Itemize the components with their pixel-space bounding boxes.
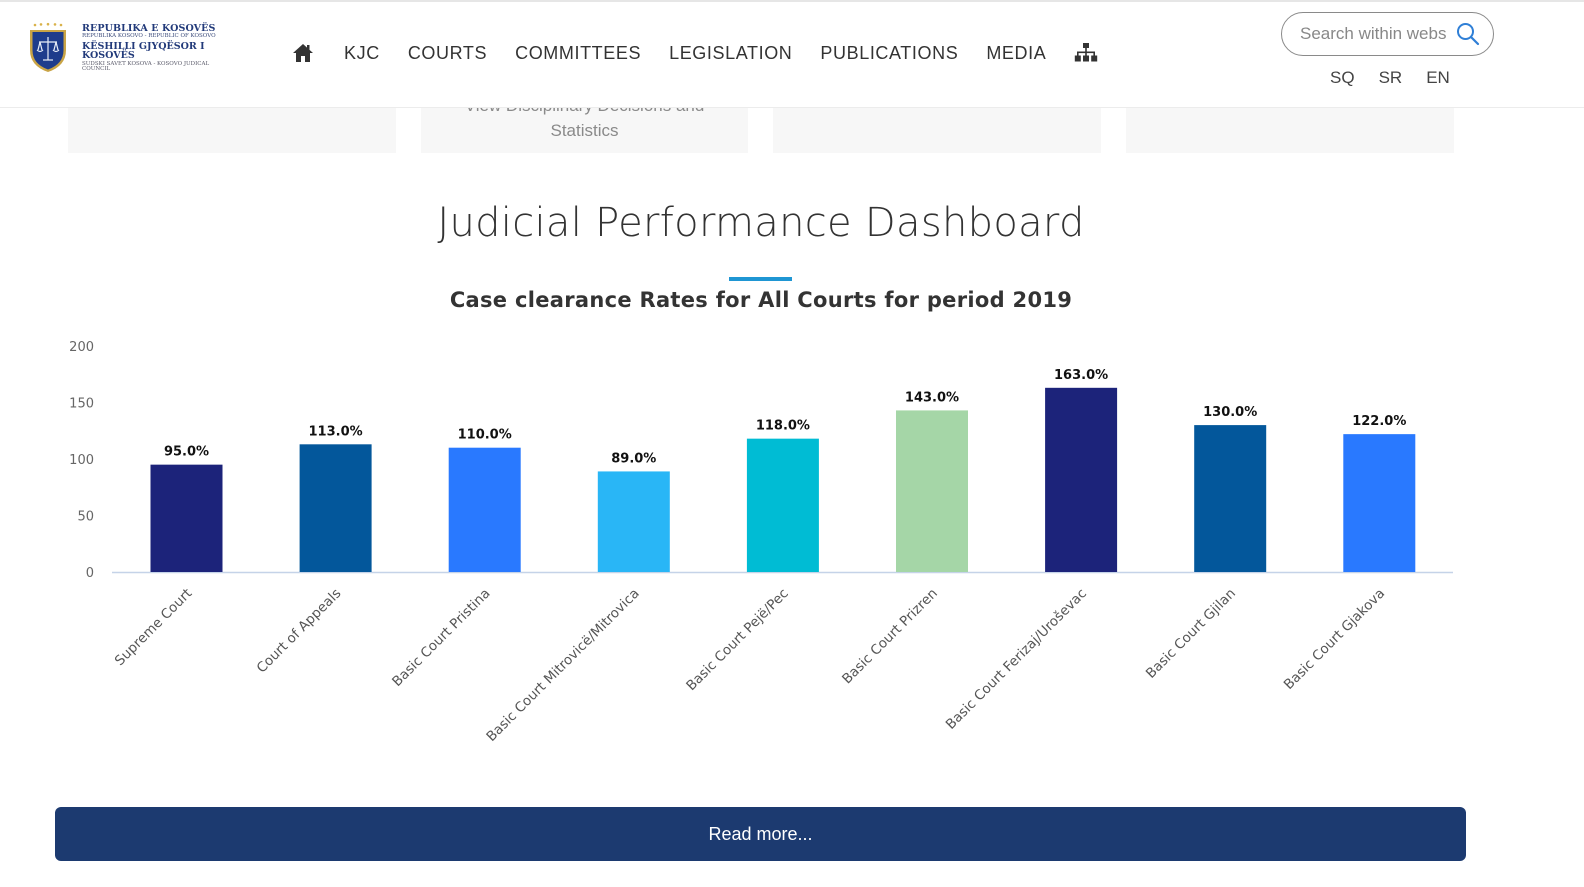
page-title: Judicial Performance Dashboard — [437, 200, 1085, 246]
clearance-rate-bar-chart: 0 50 100 150 200 95.0% 113.0% 110.0% 89.0% 118.0… — [69, 340, 1453, 745]
logo-line-3: KËSHILLI GJYQËSOR I KOSOVËS — [82, 40, 205, 61]
x-tick-label: Basic Court Mitrovicë/Mitrovica — [483, 586, 642, 745]
data-label: 122.0% — [1352, 414, 1406, 429]
data-label: 130.0% — [1203, 405, 1257, 420]
x-tick-label: Basic Court Gjilan — [1143, 586, 1239, 682]
y-tick-label: 150 — [69, 397, 94, 412]
bar[interactable] — [150, 464, 223, 572]
quick-link-card[interactable] — [68, 108, 396, 153]
y-tick-label: 200 — [69, 340, 94, 355]
bar[interactable] — [597, 471, 670, 572]
y-tick-label: 100 — [69, 453, 94, 468]
read-more-button[interactable]: Read more... — [55, 807, 1466, 861]
lang-sr[interactable]: SR — [1379, 68, 1403, 88]
home-icon[interactable] — [292, 43, 314, 63]
nav-item-publications[interactable]: PUBLICATIONS — [820, 43, 958, 64]
x-tick-label: Court of Appeals — [254, 586, 345, 677]
x-tick-label: Basic Court Pristina — [389, 586, 493, 690]
data-label: 89.0% — [611, 451, 656, 466]
nav-item-committees[interactable]: COMMITTEES — [515, 43, 641, 64]
logo-text: REPUBLIKA E KOSOVËS REPUBLIKA KOSOVO - R… — [82, 22, 237, 73]
nav-item-kjc[interactable]: KJC — [344, 43, 380, 64]
data-label: 143.0% — [905, 390, 959, 405]
logo-line-2: REPUBLIKA KOSOVO - REPUBLIC OF KOSOVO — [82, 33, 216, 39]
quick-link-card[interactable] — [1126, 108, 1454, 153]
quick-link-card-disciplinary[interactable]: View Disciplinary Decisions and Statisti… — [421, 96, 748, 153]
site-logo[interactable]: REPUBLIKA E KOSOVËS REPUBLIKA KOSOVO - R… — [27, 20, 237, 76]
main-nav: KJC COURTS COMMITTEES LEGISLATION PUBLIC… — [292, 38, 1098, 68]
bar[interactable] — [1045, 387, 1118, 572]
lang-en[interactable]: EN — [1426, 68, 1450, 88]
nav-item-legislation[interactable]: LEGISLATION — [669, 43, 792, 64]
x-tick-label: Supreme Court — [112, 586, 196, 670]
site-header: REPUBLIKA E KOSOVËS REPUBLIKA KOSOVO - R… — [0, 0, 1584, 108]
y-axis: 0 50 100 150 200 — [69, 340, 94, 581]
sitemap-icon[interactable] — [1074, 42, 1098, 64]
logo-line-4: SUDSKI SAVET KOSOVA - KOSOVO JUDICAL COU… — [82, 60, 210, 72]
y-tick-label: 50 — [77, 510, 94, 525]
y-tick-label: 0 — [86, 566, 94, 581]
logo-line-1: REPUBLIKA E KOSOVËS — [82, 22, 216, 34]
bar[interactable] — [896, 410, 968, 572]
title-divider — [729, 277, 792, 281]
bar[interactable] — [746, 438, 819, 572]
nav-item-media[interactable]: MEDIA — [986, 43, 1046, 64]
data-label: 95.0% — [164, 445, 209, 460]
nav-item-courts[interactable]: COURTS — [408, 43, 487, 64]
x-tick-label: Basic Court Prizren — [839, 586, 941, 688]
quick-link-card[interactable] — [773, 108, 1101, 153]
bar[interactable] — [1343, 434, 1416, 572]
bar[interactable] — [1194, 425, 1267, 572]
data-label: 163.0% — [1054, 368, 1108, 383]
x-tick-label: Basic Court Pejë/Pec — [683, 586, 791, 694]
search-box — [1281, 12, 1494, 56]
x-tick-labels: Supreme Court Court of Appeals Basic Court… — [112, 586, 1388, 745]
search-input[interactable] — [1300, 24, 1452, 44]
lang-sq[interactable]: SQ — [1330, 68, 1355, 88]
data-label: 110.0% — [458, 428, 512, 443]
data-label: 113.0% — [309, 424, 363, 439]
language-switcher: SQ SR EN — [1330, 68, 1474, 88]
chart-title: Case clearance Rates for All Courts for … — [449, 288, 1073, 312]
x-tick-label: Basic Court Ferizaj/Uroševac — [943, 586, 1090, 733]
bar[interactable] — [448, 447, 521, 572]
bar[interactable] — [299, 444, 372, 572]
x-tick-label: Basic Court Gjakova — [1281, 586, 1388, 693]
quick-links-cards: View Disciplinary Decisions and Statisti… — [0, 96, 1584, 154]
card-text-line-2: Statistics — [550, 121, 619, 140]
data-label: 118.0% — [756, 419, 810, 434]
search-icon[interactable] — [1456, 22, 1480, 46]
coat-of-arms-icon — [30, 22, 66, 72]
